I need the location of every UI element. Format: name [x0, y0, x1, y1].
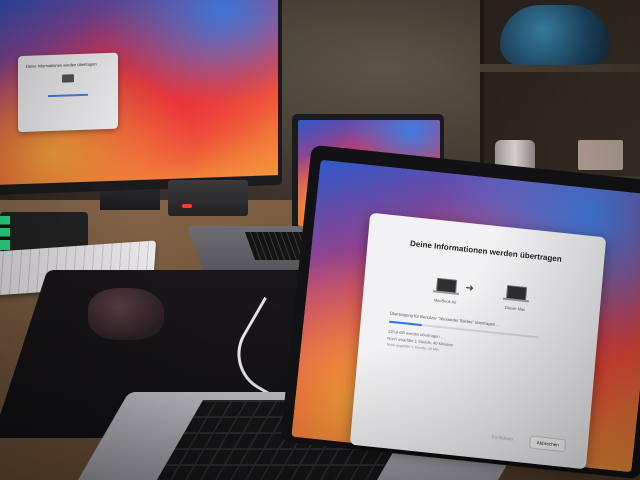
- target-device: Dieser Mac: [491, 284, 541, 314]
- device-lights: [0, 216, 10, 250]
- dialog-title: Deine Informationen werden übertragen: [409, 238, 563, 264]
- monitor-progress-bar: [48, 93, 88, 98]
- plush-toy: [500, 5, 610, 65]
- laptop-icon: [62, 74, 74, 83]
- mouse: [88, 288, 164, 340]
- continue-button[interactable]: Fortfahren: [485, 431, 519, 445]
- target-device-label: Dieser Mac: [504, 304, 526, 312]
- source-device: MacBook Air: [421, 276, 471, 306]
- shelf-board: [480, 64, 640, 72]
- monitor-transfer-dialog: Deine Informationen werden übertragen: [18, 52, 118, 133]
- progress-fill: [388, 320, 422, 327]
- laptop-icon: [435, 277, 458, 294]
- monitor-dialog-title: Deine Informationen werden übertragen: [26, 61, 97, 69]
- arrow-right-icon: ➜: [465, 282, 475, 295]
- shelf-box: [578, 140, 623, 170]
- docking-hub: [168, 180, 248, 216]
- photo-scene: Deine Informationen werden übertragen De…: [0, 0, 640, 480]
- monitor-screen: Deine Informationen werden übertragen: [0, 0, 278, 185]
- migration-dialog: Deine Informationen werden übertragen Ma…: [349, 212, 607, 470]
- source-device-label: MacBook Air: [433, 297, 457, 305]
- cancel-button[interactable]: Abbrechen: [529, 435, 567, 453]
- hub-led: [182, 204, 192, 208]
- laptop-icon: [505, 285, 528, 302]
